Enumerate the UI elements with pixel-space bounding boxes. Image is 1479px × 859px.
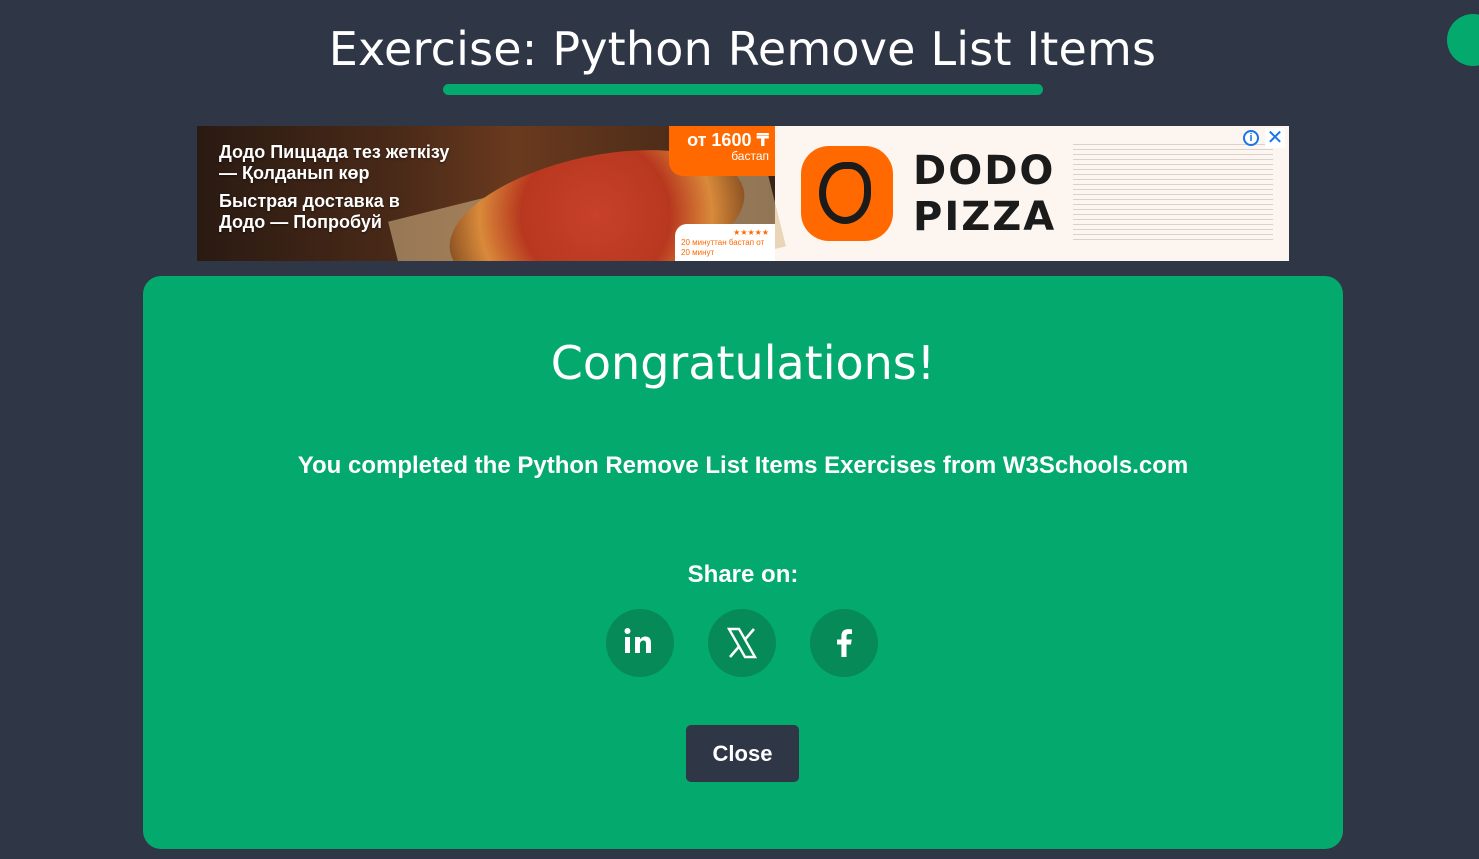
ad-rating-note: 20 минуттан бастап от 20 минут	[681, 238, 765, 257]
title-underline	[443, 84, 1043, 95]
share-facebook-button[interactable]	[810, 609, 878, 677]
ad-banner[interactable]: Додо Пиццада тез жеткізу — Қолданып көр …	[197, 126, 1289, 261]
modal-message: You completed the Python Remove List Ite…	[297, 452, 1189, 479]
ad-price: от 1600 ₸	[687, 130, 769, 150]
share-x-button[interactable]	[708, 609, 776, 677]
x-icon	[726, 627, 758, 659]
close-icon[interactable]: ✕	[1265, 128, 1285, 148]
share-label: Share on:	[687, 561, 799, 588]
close-button[interactable]: Close	[686, 725, 799, 782]
congratulations-modal: Congratulations! You completed the Pytho…	[143, 276, 1343, 849]
dodo-logo-icon	[801, 146, 893, 241]
ad-headline-ru: Быстрая доставка в Додо — Попробуй	[219, 191, 400, 232]
ad-brand: DODO PIZZA	[913, 148, 1057, 240]
linkedin-icon	[624, 628, 651, 653]
modal-heading: Congratulations!	[550, 336, 936, 390]
page-title: Exercise: Python Remove List Items	[328, 22, 1157, 76]
info-icon[interactable]: i	[1243, 130, 1259, 146]
ad-headline-kz: Додо Пиццада тез жеткізу — Қолданып көр	[219, 142, 450, 183]
ad-price-tag: от 1600 ₸ бастап	[669, 126, 775, 176]
dodo-bird-shape	[819, 162, 871, 224]
share-linkedin-button[interactable]	[606, 609, 674, 677]
ad-fineprint	[1073, 144, 1273, 244]
facebook-icon	[837, 629, 852, 657]
ad-rating-stars: ★★★★★	[733, 228, 769, 237]
ad-rating: ★★★★★ 20 минуттан бастап от 20 минут	[675, 224, 775, 261]
ad-price-note: бастап	[731, 149, 769, 163]
